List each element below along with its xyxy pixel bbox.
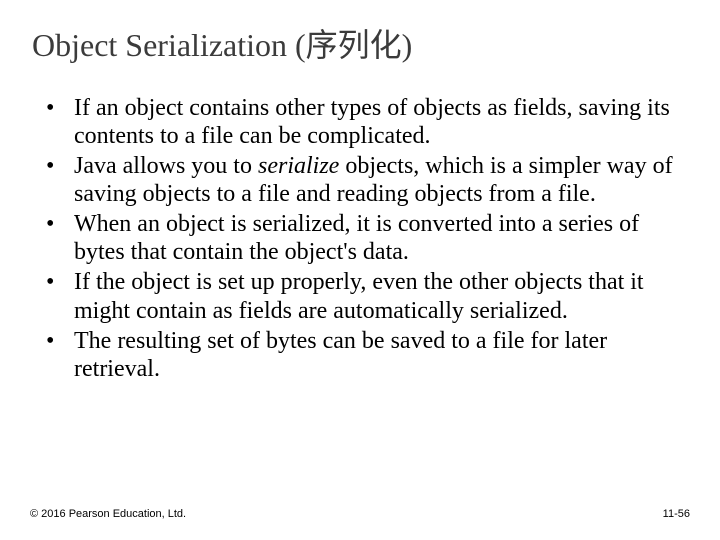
- bullet-text-italic: serialize: [258, 153, 339, 179]
- bullet-text: If an object contains other types of obj…: [74, 95, 670, 149]
- bullet-text-part: Java allows you to: [74, 153, 258, 179]
- list-item: Java allows you to serialize objects, wh…: [74, 152, 680, 208]
- list-item: If an object contains other types of obj…: [74, 94, 680, 150]
- bullet-text: The resulting set of bytes can be saved …: [74, 328, 607, 382]
- slide-footer: © 2016 Pearson Education, Ltd. 11-56: [30, 508, 690, 520]
- list-item: The resulting set of bytes can be saved …: [74, 327, 680, 383]
- page-number: 11-56: [663, 508, 690, 520]
- list-item: If the object is set up properly, even t…: [74, 268, 680, 324]
- slide-title: Object Serialization (序列化): [32, 20, 690, 66]
- slide: Object Serialization (序列化) If an object …: [0, 0, 720, 540]
- list-item: When an object is serialized, it is conv…: [74, 210, 680, 266]
- bullet-list: If an object contains other types of obj…: [30, 94, 690, 383]
- copyright-text: © 2016 Pearson Education, Ltd.: [30, 508, 186, 520]
- bullet-text: When an object is serialized, it is conv…: [74, 211, 639, 265]
- bullet-text: If the object is set up properly, even t…: [74, 269, 644, 323]
